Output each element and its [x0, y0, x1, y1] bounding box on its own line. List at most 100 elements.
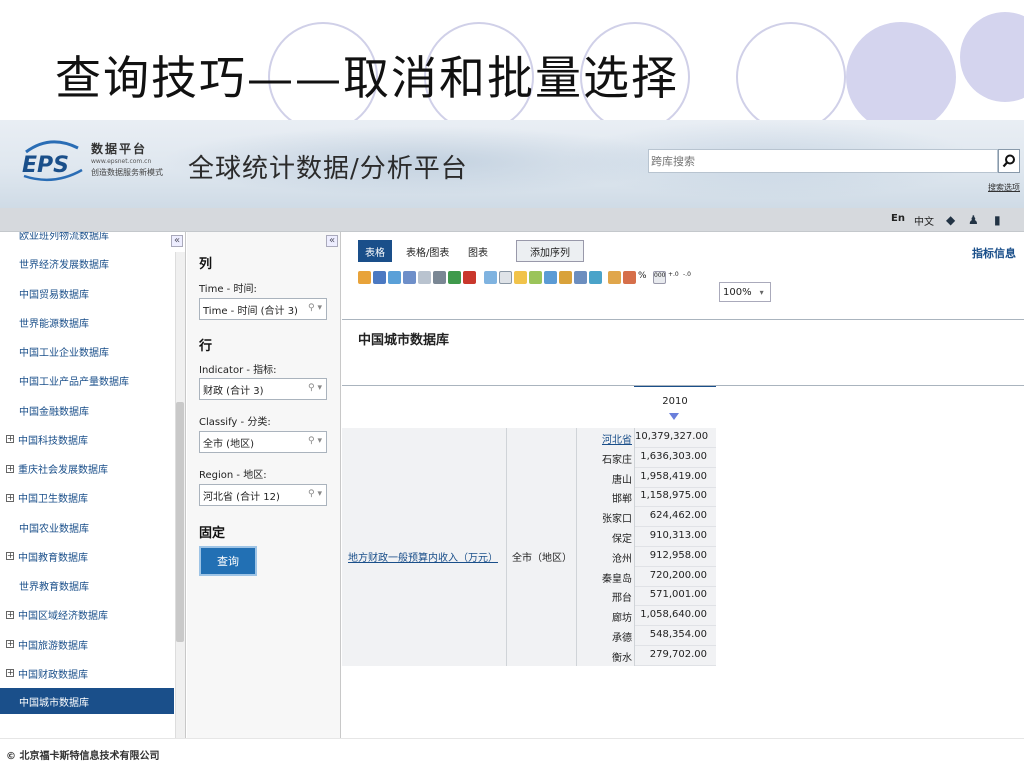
- calc-icon[interactable]: [574, 271, 587, 284]
- chevron-down-icon: ▾: [759, 287, 764, 297]
- table-title: 中国城市数据库: [358, 333, 450, 348]
- dimension-panel: « 列 Time - 时间: Time - 时间 (合计 3) ⚲ ▾ 行 Ind…: [187, 232, 341, 738]
- db-list-item[interactable]: 世界能源数据库: [0, 308, 174, 337]
- value-cell: 10,379,327.00: [635, 431, 709, 442]
- pdf-icon[interactable]: [463, 271, 476, 284]
- add-decimal-icon[interactable]: +.0: [668, 271, 681, 284]
- db-list-item[interactable]: 中国金融数据库: [0, 396, 174, 425]
- row-divider: [634, 605, 716, 607]
- filter-icon[interactable]: [499, 271, 512, 284]
- refresh-icon[interactable]: [388, 271, 401, 284]
- search-button[interactable]: [998, 149, 1020, 173]
- sort-icon[interactable]: [514, 271, 527, 284]
- db-list-label: 世界教育数据库: [19, 582, 89, 593]
- db-list-item[interactable]: 中国城市数据库: [0, 688, 174, 714]
- tab-table-chart[interactable]: 表格/图表: [406, 240, 449, 262]
- top-toolbar: En 中文 ◆ ♟ ▮: [0, 208, 1024, 232]
- db-list-label: 欧亚班列物流数据库: [19, 232, 109, 242]
- users-icon[interactable]: ♟: [968, 213, 979, 227]
- collapse-middle-icon[interactable]: «: [326, 235, 338, 247]
- document-icon[interactable]: ▮: [994, 213, 1001, 227]
- db-list-item[interactable]: 中国贸易数据库: [0, 279, 174, 308]
- result-panel: 表格 表格/图表 图表 添加序列 指标信息 % 000 +.0 -.0 100%…: [342, 232, 1024, 738]
- db-list-item[interactable]: + 中国区域经济数据库: [0, 600, 174, 629]
- zoom-select[interactable]: 100% ▾: [719, 282, 771, 302]
- excel-icon[interactable]: [448, 271, 461, 284]
- row-divider: [634, 625, 716, 627]
- search-options-link[interactable]: 搜索选项: [988, 182, 1020, 193]
- indicator-name-link[interactable]: 地方财政一般预算内收入（万元）: [348, 549, 498, 564]
- data-grid: 地方财政一般预算内收入（万元） 全市（地区） 河北省 10,379,327.00 石…: [342, 428, 716, 666]
- stats-icon[interactable]: [623, 271, 636, 284]
- region-select[interactable]: 河北省 (合计 12) ⚲ ▾: [199, 484, 327, 506]
- sort-desc-icon[interactable]: [669, 413, 679, 420]
- db-list-item[interactable]: 中国工业产品产量数据库: [0, 366, 174, 395]
- table-icon[interactable]: [589, 271, 602, 284]
- db-list-item[interactable]: + 中国教育数据库: [0, 542, 174, 571]
- year-header: 2010: [634, 386, 716, 428]
- expand-icon[interactable]: +: [6, 552, 14, 561]
- year-label: 2010: [662, 396, 688, 407]
- print-icon[interactable]: [433, 271, 446, 284]
- expand-icon[interactable]: +: [6, 669, 14, 678]
- db-list-item[interactable]: + 中国财政数据库: [0, 659, 174, 688]
- region-cell: 沧州: [612, 553, 632, 565]
- export-icon[interactable]: [358, 271, 371, 284]
- search-dropdown-icon: ⚲ ▾: [308, 383, 322, 393]
- db-list-label: 中国科技数据库: [18, 435, 88, 447]
- region-cell: 秦皇岛: [602, 573, 632, 585]
- table-toolbar: % 000 +.0 -.0: [358, 271, 696, 289]
- expand-icon[interactable]: +: [6, 610, 14, 619]
- value-cell: 1,158,975.00: [640, 490, 707, 502]
- db-list-item[interactable]: 中国工业企业数据库: [0, 337, 174, 366]
- scrollbar[interactable]: [175, 252, 185, 738]
- lang-en-button[interactable]: En: [891, 213, 905, 224]
- expand-icon[interactable]: +: [6, 640, 14, 648]
- grid-icon[interactable]: [529, 271, 542, 284]
- expand-icon[interactable]: +: [6, 464, 14, 473]
- indicator-info-link[interactable]: 指标信息: [972, 245, 1016, 261]
- row-heading: 行: [199, 339, 213, 354]
- classify-select[interactable]: 全市 (地区) ⚲ ▾: [199, 431, 327, 453]
- db-list-item[interactable]: + 中国旅游数据库: [0, 630, 174, 659]
- query-button[interactable]: 查询: [199, 546, 257, 576]
- time-label: Time - 时间:: [199, 284, 257, 295]
- thousands-icon[interactable]: 000: [653, 271, 666, 284]
- save-icon[interactable]: [373, 271, 386, 284]
- indicator-select[interactable]: 财政 (合计 3) ⚲ ▾: [199, 378, 327, 400]
- tab-chart[interactable]: 图表: [468, 240, 488, 262]
- tab-table[interactable]: 表格: [358, 240, 392, 262]
- column-icon[interactable]: [544, 271, 557, 284]
- region-cell: 邢台: [612, 593, 632, 605]
- cross-db-search-field[interactable]: [648, 149, 998, 173]
- back-arrow-icon[interactable]: ◆: [946, 213, 955, 227]
- db-list-item[interactable]: 世界教育数据库: [0, 571, 174, 600]
- db-list-item[interactable]: 欧亚班列物流数据库: [0, 232, 174, 249]
- add-series-button[interactable]: 添加序列: [516, 240, 584, 262]
- db-list-item[interactable]: 世界经济发展数据库: [0, 249, 174, 278]
- db-list-item[interactable]: + 重庆社会发展数据库: [0, 454, 174, 483]
- percent-icon[interactable]: %: [638, 271, 651, 284]
- bar-chart-icon[interactable]: [559, 271, 572, 284]
- search-input[interactable]: [649, 150, 997, 173]
- db-list-label: 中国金融数据库: [19, 406, 89, 418]
- redo-icon[interactable]: [418, 271, 431, 284]
- undo-icon[interactable]: [403, 271, 416, 284]
- region-cell: 承德: [612, 633, 632, 644]
- db-list-item[interactable]: + 中国科技数据库: [0, 425, 174, 454]
- transpose-icon[interactable]: [484, 271, 497, 284]
- region-cell: 衡水: [612, 652, 632, 664]
- expand-icon[interactable]: +: [6, 435, 14, 444]
- search-dropdown-icon: ⚲ ▾: [308, 489, 322, 499]
- region-cell[interactable]: 河北省: [582, 431, 632, 446]
- db-list-item[interactable]: 中国农业数据库: [0, 513, 174, 542]
- remove-decimal-icon[interactable]: -.0: [683, 271, 696, 284]
- lang-zh-button[interactable]: 中文: [914, 213, 934, 228]
- expand-icon[interactable]: +: [6, 493, 14, 502]
- database-list: « 欧亚班列物流数据库 世界经济发展数据库 中国贸易数据库 世界能源数据库 中国工业企业…: [0, 232, 186, 738]
- db-list-item[interactable]: + 中国卫生数据库: [0, 483, 174, 512]
- db-list-label: 中国工业产品产量数据库: [19, 377, 129, 389]
- tag-icon[interactable]: [608, 271, 621, 284]
- value-cell: 279,702.00: [649, 648, 707, 660]
- time-select[interactable]: Time - 时间 (合计 3) ⚲ ▾: [199, 298, 327, 320]
